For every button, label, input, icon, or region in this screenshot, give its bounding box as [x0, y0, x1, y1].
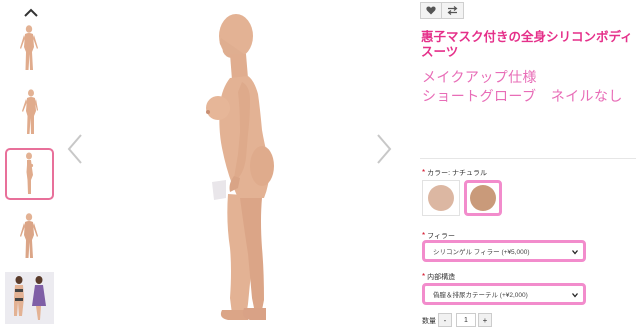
thumbnail-side-image — [26, 152, 34, 194]
product-subtitle-line-1: メイクアップ仕様 — [422, 69, 537, 85]
chevron-down-icon — [572, 250, 578, 255]
thumbnail-back-image — [20, 213, 38, 258]
chevron-down-icon — [572, 293, 578, 298]
product-main-image — [206, 14, 274, 320]
internal-option-text: 内部構造 — [427, 274, 456, 281]
color-option-label: * カラー: ナチュラル — [422, 168, 487, 178]
product-action-buttons — [420, 2, 464, 20]
thumbnail-column — [0, 0, 62, 332]
product-image-viewer — [62, 0, 414, 332]
internal-option-label: * 内部構造 — [422, 272, 455, 282]
quantity-input[interactable]: 1 — [456, 313, 476, 327]
chevron-up-icon[interactable] — [22, 6, 40, 20]
compare-button[interactable] — [442, 2, 464, 19]
filler-select-value: シリコンゲル フィラー (+¥5,000) — [433, 249, 530, 256]
thumbnail-lingerie-image — [5, 272, 54, 324]
thumbnail-three-quarter-image — [22, 89, 38, 134]
thumbnail-lingerie[interactable] — [5, 272, 54, 324]
color-swatch-natural-fill — [470, 185, 496, 211]
product-info-panel: 惠子マスク付きの全身シリコンボディスーツ メイクアップ仕様 ショートグローブ ネ… — [420, 0, 639, 332]
quantity-decrease-button[interactable]: - — [438, 313, 452, 327]
heart-icon — [426, 6, 436, 15]
color-swatch-natural[interactable] — [464, 180, 502, 216]
filler-select[interactable]: シリコンゲル フィラー (+¥5,000) — [422, 240, 586, 262]
internal-select-value: 偽膣＆排尿カテーテル (+¥2,000) — [433, 292, 528, 299]
product-subtitle: メイクアップ仕様 ショートグローブ ネイルなし — [422, 68, 637, 106]
thumbnail-side[interactable] — [5, 148, 54, 200]
wishlist-button[interactable] — [420, 2, 442, 19]
quantity-increase-button[interactable]: + — [478, 313, 492, 327]
quantity-label: 数量 — [422, 318, 436, 325]
product-subtitle-line-2: ショートグローブ ネイルなし — [422, 88, 623, 104]
thumbnail-three-quarter[interactable] — [5, 86, 54, 138]
internal-select[interactable]: 偽膣＆排尿カテーテル (+¥2,000) — [422, 283, 586, 305]
thumbnail-front[interactable] — [5, 22, 54, 74]
compare-arrows-icon — [447, 6, 458, 15]
chevron-right-icon[interactable] — [374, 132, 394, 166]
required-mark: * — [422, 168, 426, 177]
product-title: 惠子マスク付きの全身シリコンボディスーツ — [421, 30, 633, 59]
thumbnail-front-image — [20, 25, 38, 70]
chevron-left-icon[interactable] — [65, 132, 85, 166]
required-mark: * — [422, 231, 426, 240]
color-option-text: カラー: ナチュラル — [427, 170, 487, 177]
divider — [420, 158, 636, 159]
color-swatch-light-fill — [428, 185, 454, 211]
filler-option-text: フィラー — [427, 233, 455, 240]
thumbnail-back[interactable] — [5, 210, 54, 262]
color-swatch-light[interactable] — [422, 180, 460, 216]
required-mark: * — [422, 272, 426, 281]
